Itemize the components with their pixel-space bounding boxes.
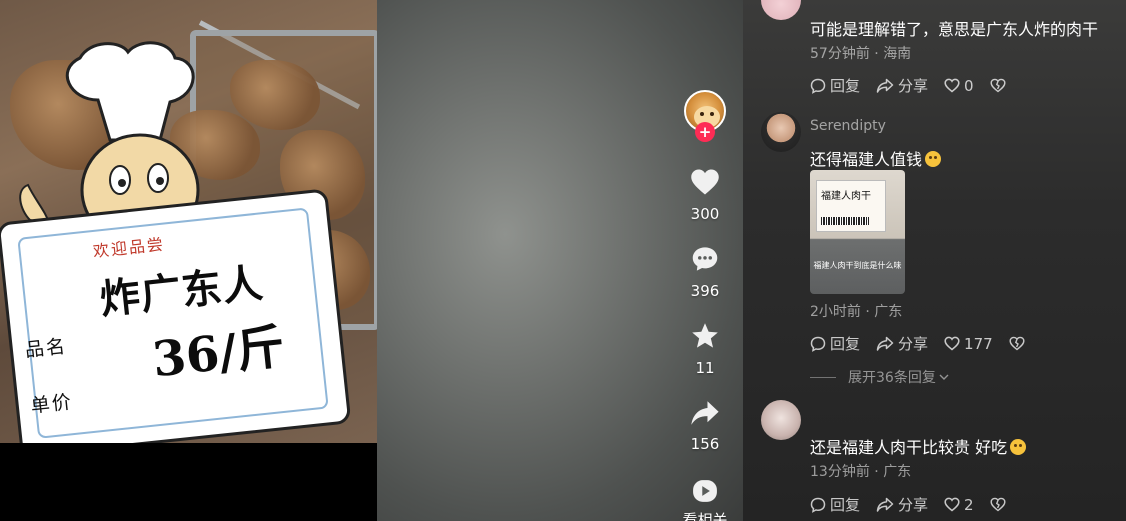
share-button[interactable]: 156 (676, 400, 734, 453)
share-count: 156 (690, 435, 720, 453)
play-icon (693, 480, 717, 502)
dislike-button[interactable] (990, 78, 1010, 93)
comment-location: 广东 (883, 464, 912, 480)
comment-username[interactable]: Serendipty (810, 118, 886, 134)
heart-outline-icon (944, 497, 960, 512)
like-count: 300 (690, 205, 720, 223)
dislike-button[interactable] (1009, 336, 1029, 351)
comment-like-count: 177 (964, 334, 993, 353)
comment-count: 396 (690, 282, 720, 300)
comment-meta: 57分钟前 · 海南 (810, 43, 911, 63)
comment-meta: 13分钟前 · 广东 (810, 461, 911, 481)
image-title: 福建人肉干 (821, 191, 871, 202)
share-icon (876, 336, 894, 351)
comment-icon (692, 247, 718, 271)
share-comment-button[interactable]: 分享 (876, 75, 928, 96)
image-caption: 福建人肉干到底是什么味 (813, 261, 902, 270)
meta-separator: · (860, 304, 875, 320)
heart-icon (691, 169, 719, 195)
comment-avatar[interactable] (761, 400, 801, 440)
reply-button[interactable]: 回复 (810, 75, 860, 96)
comment-text: 还是福建人肉干比较贵 好吃 (810, 434, 1027, 458)
reply-bubble-icon (810, 78, 826, 94)
heart-outline-icon (944, 336, 960, 351)
action-bar: + 300 396 11 156 看相关 (676, 0, 734, 521)
comment-avatar[interactable] (761, 112, 801, 152)
share-label: 分享 (898, 77, 929, 95)
share-comment-button[interactable]: 分享 (876, 333, 928, 354)
favorite-count: 11 (695, 359, 715, 377)
comment-location: 广东 (874, 304, 903, 320)
comment-actions: 回复 分享 177 (810, 333, 1045, 354)
broken-heart-icon (1009, 336, 1025, 351)
reply-bubble-icon (810, 497, 826, 513)
comment-actions: 回复 分享 0 (810, 75, 1026, 96)
expand-replies-button[interactable]: 展开36条回复 (810, 367, 950, 387)
comment-location: 海南 (883, 46, 912, 62)
reply-bubble-icon (810, 336, 826, 352)
video-frame: 欢迎品尝 炸广东人 品名 36/斤 单价 (0, 0, 377, 443)
broken-heart-icon (990, 78, 1006, 93)
share-arrow-icon (691, 401, 719, 425)
comment-time: 57分钟前 (810, 46, 870, 62)
favorite-button[interactable]: 11 (676, 322, 734, 377)
comment-button[interactable]: 396 (676, 245, 734, 300)
broken-heart-icon (990, 497, 1006, 512)
sign-price-label: 单价 (29, 391, 74, 418)
image-label-card: 福建人肉干 (816, 180, 886, 232)
comment-like-button[interactable]: 0 (944, 77, 974, 95)
reply-button[interactable]: 回复 (810, 333, 860, 354)
video-player[interactable]: 欢迎品尝 炸广东人 品名 36/斤 单价 (0, 0, 377, 521)
comment-image[interactable]: 福建人肉干 福建人肉干到底是什么味 (810, 170, 905, 294)
share-icon (876, 497, 894, 512)
reply-label: 回复 (830, 335, 861, 353)
follow-button[interactable]: + (695, 122, 715, 142)
share-label: 分享 (898, 335, 929, 353)
star-icon (692, 323, 718, 348)
price-sign: 欢迎品尝 炸广东人 品名 36/斤 单价 (0, 188, 352, 443)
comment-like-button[interactable]: 2 (944, 496, 974, 514)
share-icon (876, 78, 894, 93)
share-comment-button[interactable]: 分享 (876, 494, 928, 515)
sign-price: 36/斤 (149, 318, 288, 389)
comment-time: 13分钟前 (810, 464, 870, 480)
comment-meta: 2小时前 · 广东 (810, 301, 902, 321)
expand-divider (810, 376, 836, 378)
related-button[interactable]: 看相关 (676, 479, 734, 521)
reply-label: 回复 (830, 496, 861, 514)
barcode-icon (821, 217, 869, 225)
meta-separator: · (869, 464, 884, 480)
comments-panel: 可能是理解错了，意思是广东人炸的肉干 57分钟前 · 海南 回复 分享 0 Se… (743, 0, 1126, 521)
reply-label: 回复 (830, 77, 861, 95)
reply-button[interactable]: 回复 (810, 494, 860, 515)
comment-like-count: 2 (964, 495, 974, 514)
comment-like-count: 0 (964, 76, 974, 95)
dislike-button[interactable] (990, 497, 1010, 512)
expand-replies-label: 展开36条回复 (848, 370, 936, 386)
like-button[interactable]: 300 (676, 168, 734, 223)
share-label: 分享 (898, 496, 929, 514)
heart-outline-icon (944, 78, 960, 93)
chevron-down-icon (939, 374, 949, 380)
comment-actions: 回复 分享 2 (810, 494, 1026, 515)
meta-separator: · (869, 46, 884, 62)
comment-like-button[interactable]: 177 (944, 335, 993, 353)
comment-text-content: 还得福建人值钱 (810, 150, 923, 169)
sign-product-label: 品名 (23, 335, 69, 362)
comment-text-content: 还是福建人肉干比较贵 好吃 (810, 438, 1008, 457)
comment-text: 还得福建人值钱 (810, 146, 942, 170)
comment-text: 可能是理解错了，意思是广东人炸的肉干 (810, 20, 1099, 39)
related-label: 看相关 (682, 511, 728, 521)
sad-emoji-icon (925, 151, 942, 167)
comment-avatar[interactable] (761, 0, 801, 20)
comment-time: 2小时前 (810, 304, 861, 320)
thinking-emoji-icon (1010, 439, 1027, 455)
